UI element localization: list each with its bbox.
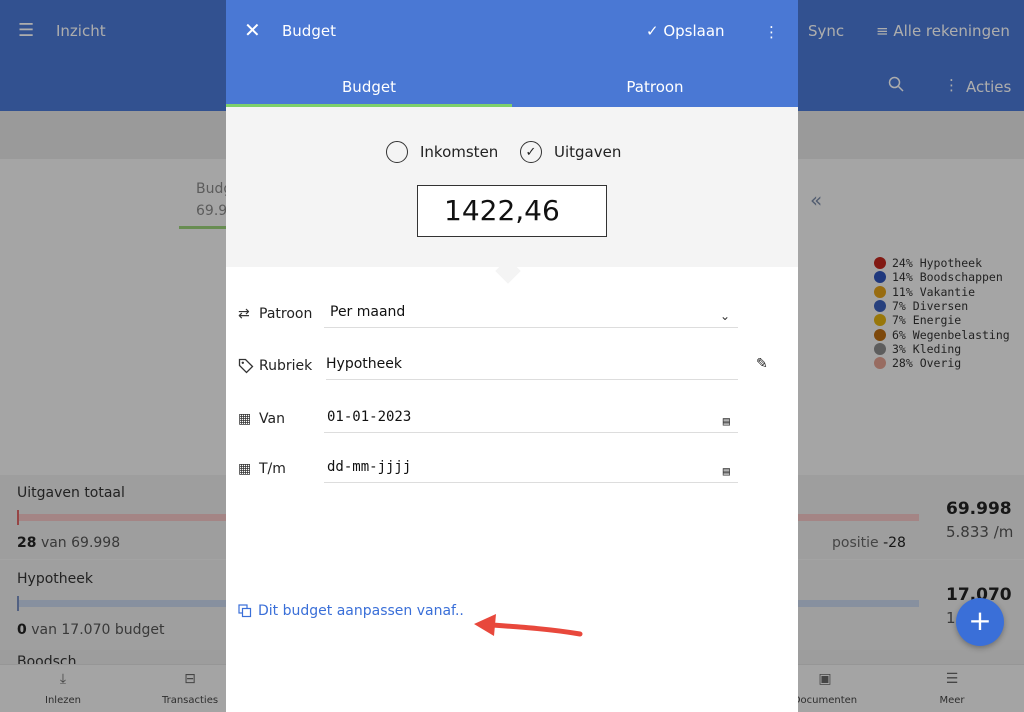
radio-income[interactable]: Inkomsten	[386, 141, 498, 163]
from-date-input[interactable]: 01-01-2023 ▤	[324, 405, 738, 433]
annotation-arrow	[474, 614, 583, 637]
copy-icon	[238, 604, 252, 618]
category-row: Rubriek Hypotheek ✎	[226, 352, 798, 392]
category-label: Rubriek	[259, 358, 313, 374]
chevron-down-icon: ⌄	[719, 309, 730, 323]
calendar-icon: ▦	[238, 411, 252, 427]
radio-checked-icon: ✓	[520, 141, 542, 163]
tab-budget-label: Budget	[342, 78, 396, 96]
save-button[interactable]: ✓ Opslaan	[646, 22, 725, 40]
pattern-select[interactable]: Per maand ⌄	[324, 300, 738, 328]
calendar-icon: ▦	[238, 461, 252, 477]
save-button-label: Opslaan	[663, 22, 725, 40]
check-icon: ✓	[646, 22, 664, 40]
budget-dialog: ✕ Budget ✓ Opslaan ⋮ Budget Patroon Inko…	[226, 0, 798, 712]
radio-unchecked-icon	[386, 141, 408, 163]
add-button[interactable]: +	[956, 598, 1004, 646]
more-vertical-icon[interactable]: ⋮	[764, 23, 779, 41]
adjust-budget-link[interactable]: Dit budget aanpassen vanaf..	[238, 603, 464, 619]
dialog-title: Budget	[282, 22, 336, 40]
tab-budget[interactable]: Budget	[226, 70, 512, 107]
radio-income-label: Inkomsten	[420, 143, 499, 161]
radio-expenses-label: Uitgaven	[554, 143, 622, 161]
from-date-label: Van	[259, 411, 285, 427]
to-date-row: ▦ T/m dd-mm-jjjj ▤	[226, 455, 798, 495]
pattern-select-value: Per maand	[330, 304, 406, 320]
from-date-value: 01-01-2023	[327, 409, 412, 425]
tag-icon	[238, 358, 256, 376]
tab-patroon-label: Patroon	[626, 78, 684, 96]
adjust-budget-label: Dit budget aanpassen vanaf..	[258, 603, 464, 619]
repeat-icon: ⇄	[238, 306, 250, 322]
to-date-label: T/m	[259, 461, 286, 477]
dialog-header: ✕ Budget ✓ Opslaan ⋮ Budget Patroon	[226, 0, 798, 107]
calendar-picker-icon[interactable]: ▤	[723, 459, 730, 483]
to-date-input[interactable]: dd-mm-jjjj ▤	[324, 455, 738, 483]
from-date-row: ▦ Van 01-01-2023 ▤	[226, 405, 798, 445]
to-date-placeholder: dd-mm-jjjj	[327, 459, 412, 475]
tab-patroon[interactable]: Patroon	[512, 70, 798, 107]
pattern-row: ⇄ Patroon Per maand ⌄	[226, 300, 798, 340]
pattern-label: Patroon	[259, 306, 313, 322]
pencil-icon[interactable]: ✎	[756, 356, 768, 372]
radio-expenses[interactable]: ✓ Uitgaven	[520, 141, 621, 163]
category-input[interactable]: Hypotheek	[326, 352, 738, 380]
category-input-value: Hypotheek	[326, 356, 402, 372]
calendar-picker-icon[interactable]: ▤	[723, 409, 730, 433]
close-icon[interactable]: ✕	[244, 18, 261, 42]
amount-input[interactable]: 1422,46	[417, 185, 607, 237]
